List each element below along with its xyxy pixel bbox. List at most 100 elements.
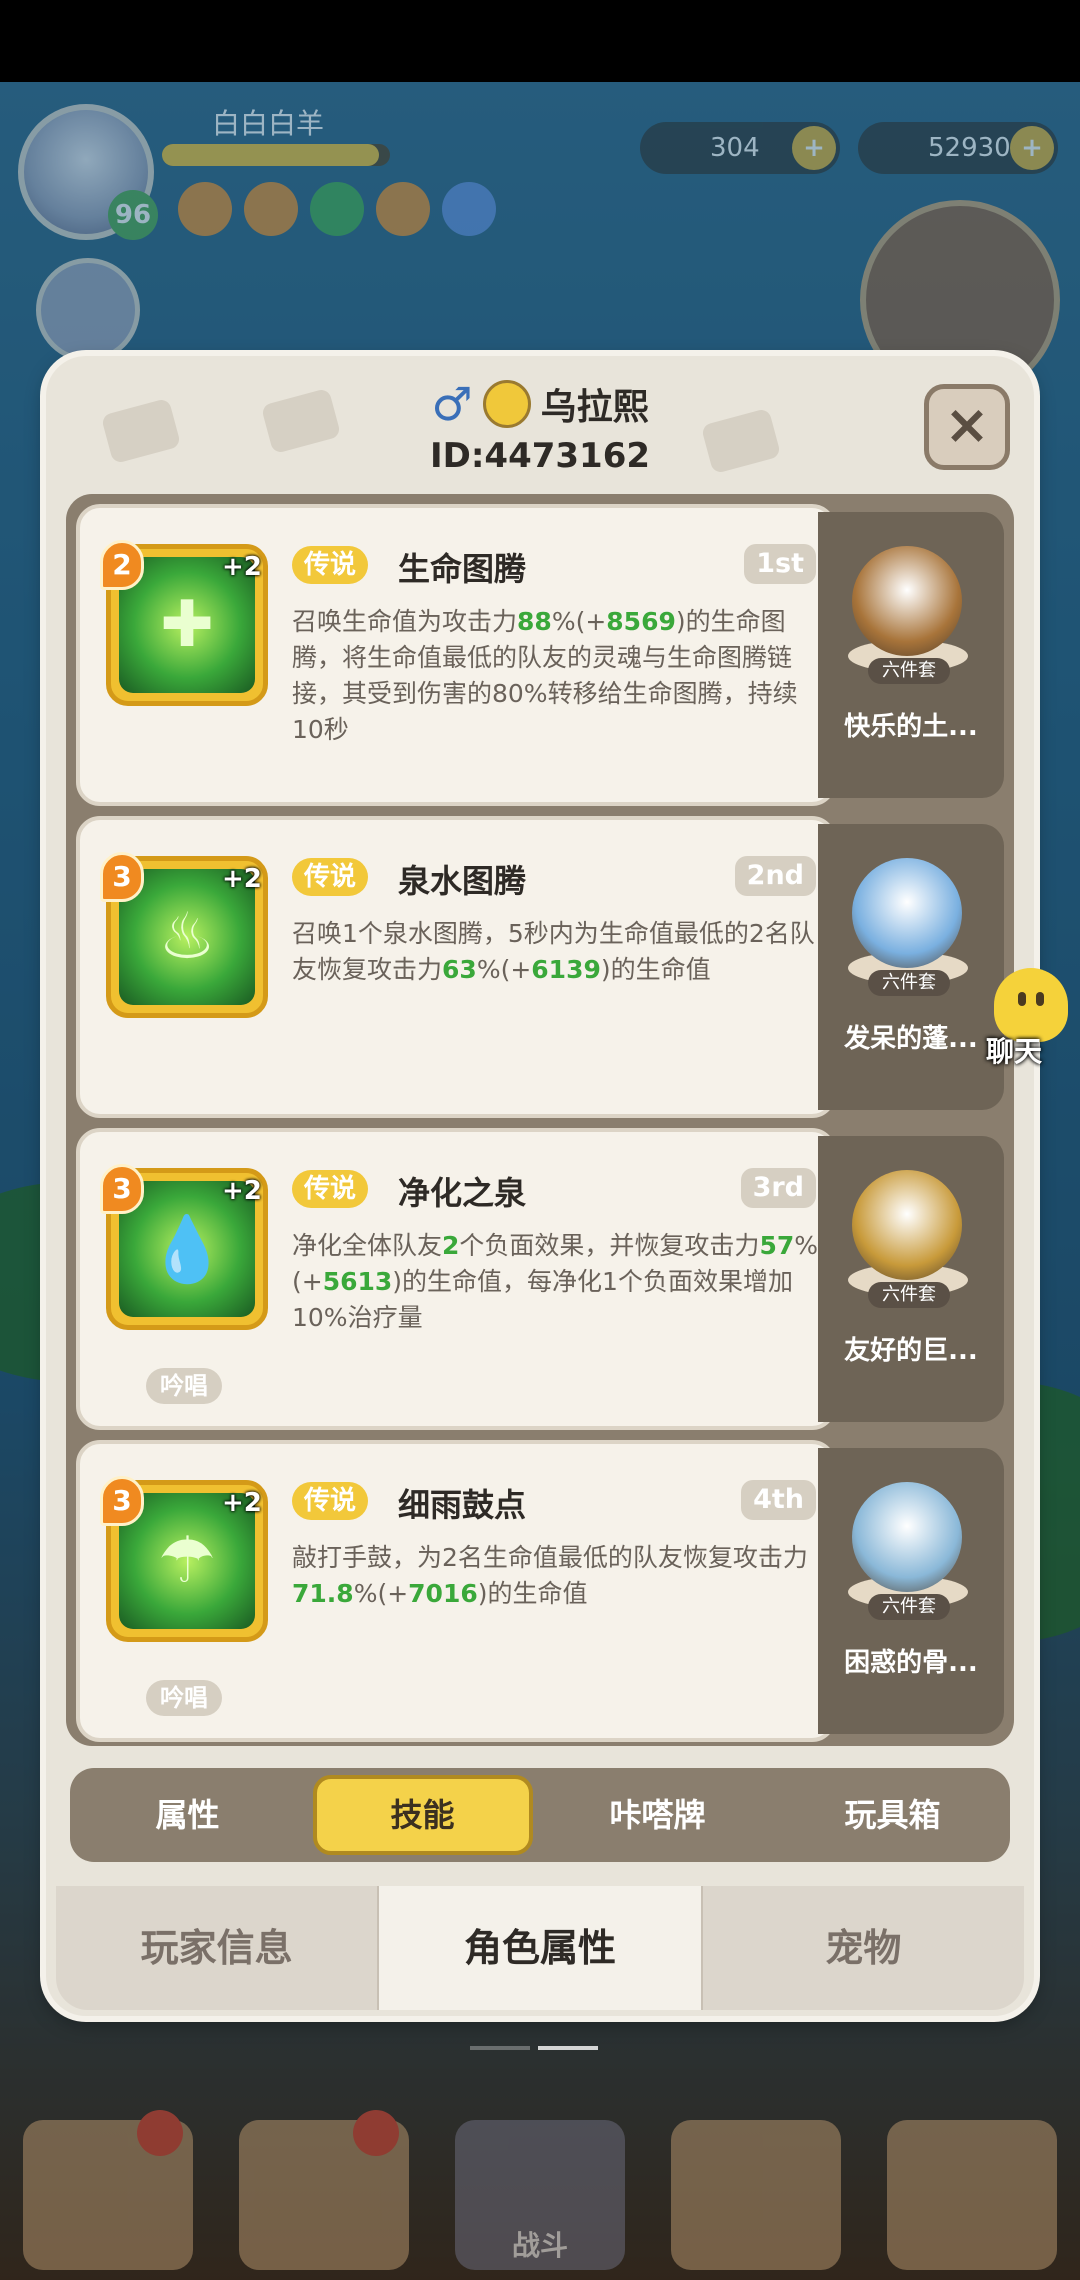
skill-rank: 3rd [740,1168,816,1208]
skill-glyph-icon: ☂ [158,1524,216,1598]
skill-description: 敲打手鼓，为2名生命值最低的队友恢复攻击力 71.8%(+7016)的生命值 [292,1540,822,1612]
skill-glyph-icon: ✚ [160,588,214,662]
companion-avatar[interactable] [36,258,140,362]
skill-rank: 4th [741,1480,816,1520]
skill-level-badge: 3 [100,1164,144,1214]
nav-slot-map[interactable] [887,2120,1057,2270]
toy-set-name: 困惑的骨... [844,1648,978,1678]
skill-description-text: 召唤生命值为攻击力 [292,607,518,636]
heart-buff-icon[interactable] [310,182,364,236]
skill-rank: 2nd [734,856,816,896]
skill-name: 净化之泉 [398,1174,527,1212]
male-gender-icon: ♂ [431,377,473,431]
toy-set-name: 友好的巨... [844,1336,978,1366]
notification-bell-icon [353,2110,399,2156]
skill-rarity-tag: 传说 [292,1170,369,1208]
skill-value-highlight: 2 [442,1231,460,1260]
skill-value-highlight: 6139 [531,955,601,984]
skill-value-highlight: 7016 [408,1579,478,1608]
skill-name: 泉水图腾 [398,862,527,900]
skill-plus-level: +2 [222,1488,262,1518]
player-level-badge: 96 [108,190,158,240]
toy-figure-icon [852,1170,962,1280]
main-tab[interactable]: 宠物 [702,1886,1024,2010]
skill-description-text: %(+ [551,607,607,636]
shell-count: 304 [710,133,760,163]
chat-button[interactable]: 聊天 [984,968,1080,1068]
player-name: 白白白羊 [212,107,325,140]
skills-list[interactable]: ✚ 2 +2 传说 生命图腾 1st 召唤生命值为攻击力88%(+8569)的生命图腾，将生… [66,494,1014,1746]
buff-icon[interactable] [244,182,298,236]
sub-tab[interactable]: 咔嗒牌 [548,1775,768,1855]
toy-set-card[interactable]: 六件套友好的巨... [818,1136,1004,1422]
skill-description-text: 敲打手鼓，为2名生命值最低的队友恢复攻击力 [292,1543,808,1572]
main-tab[interactable]: 玩家信息 [56,1886,380,2010]
main-tab[interactable]: 角色属性 [379,1886,703,2010]
toy-set-card[interactable]: 六件套快乐的土... [818,512,1004,798]
skill-row[interactable]: ♨ 3 +2 传说 泉水图腾 2nd 召唤1个泉水图腾，5秒内为生命值最低的2名队友恢复攻击… [76,816,1004,1118]
sub-tab[interactable]: 属性 [78,1775,298,1855]
page-dot [470,2046,530,2050]
chant-badge: 吟唱 [146,1368,222,1404]
modal-title: ♂ 乌拉熙 [46,378,1034,430]
skill-card[interactable]: 💧 3 +2 传说 净化之泉 3rd 净化全体队友2个负面效果，并恢复攻击力57%(+561… [76,1128,836,1430]
skill-card[interactable]: ✚ 2 +2 传说 生命图腾 1st 召唤生命值为攻击力88%(+8569)的生命图腾，将生… [76,504,836,806]
skill-glyph-icon: ♨ [158,900,216,974]
skill-rank: 1st [744,544,816,584]
nav-slot-hero[interactable] [239,2110,409,2270]
skill-name: 细雨鼓点 [398,1486,527,1524]
set-count-tag: 六件套 [868,1282,950,1308]
close-button[interactable]: × [924,384,1010,470]
skill-level-badge: 3 [100,852,144,902]
skill-plus-level: +2 [222,552,262,582]
skill-level-badge: 3 [100,1476,144,1526]
skill-row[interactable]: 💧 3 +2 传说 净化之泉 3rd 净化全体队友2个负面效果，并恢复攻击力57%(+561… [76,1128,1004,1430]
toy-set-card[interactable]: 六件套 发呆的蓬... [818,824,1004,1110]
skill-value-highlight: 63 [442,955,477,984]
sub-tab[interactable]: 玩具箱 [783,1775,1003,1855]
hud: 96 白白白羊 304 + 529303 + [0,82,1080,400]
sub-tab[interactable]: 技能 [312,1775,533,1855]
emoji-face-icon [482,380,531,428]
shield-buff-icon[interactable] [442,182,496,236]
skill-description-text: %(+ [476,955,532,984]
skill-card[interactable]: ♨ 3 +2 传说 泉水图腾 2nd 召唤1个泉水图腾，5秒内为生命值最低的2名队友恢复攻击… [76,816,836,1118]
skill-plus-level: +2 [222,864,262,894]
skill-level-badge: 2 [100,540,144,590]
skill-card[interactable]: ☂ 3 +2 传说 细雨鼓点 4th 敲打手鼓，为2名生命值最低的队友恢复攻击力 71.8%(… [76,1440,836,1742]
skill-value-highlight: 8569 [606,607,676,636]
skill-row[interactable]: ✚ 2 +2 传说 生命图腾 1st 召唤生命值为攻击力88%(+8569)的生命图腾，将生… [76,504,1004,806]
skill-description-text: )的生命值 [477,1579,588,1608]
nav-slot-pet[interactable] [671,2120,841,2270]
buff-icon[interactable] [376,182,430,236]
add-shells-button[interactable]: + [792,126,836,170]
skill-description: 召唤生命值为攻击力88%(+8569)的生命图腾，将生命值最低的队友的灵魂与生命… [292,604,822,748]
player-info-modal: ♂ 乌拉熙 ID:4473162 × ✚ 2 +2 传说 生命图腾 1st 召唤生命值为攻击… [46,356,1034,2016]
toy-set-card[interactable]: 六件套困惑的骨... [818,1448,1004,1734]
skill-description-text: 净化全体队友 [292,1231,443,1260]
toy-set-name: 快乐的土... [844,712,978,742]
notification-bell-icon [137,2110,183,2156]
skill-value-highlight: 71.8 [292,1579,354,1608]
toy-figure-icon [852,858,962,968]
nav-slot-battle[interactable]: 战斗 [455,2120,625,2270]
pearl-currency: 529303 + [858,122,1058,174]
set-count-tag: 六件套 [868,1594,950,1620]
skill-row[interactable]: ☂ 3 +2 传说 细雨鼓点 4th 敲打手鼓，为2名生命值最低的队友恢复攻击力 71.8%(… [76,1440,1004,1742]
skill-glyph-icon: 💧 [147,1212,227,1287]
page-indicator [470,2046,598,2050]
toy-figure-icon [852,1482,962,1592]
buff-icon[interactable] [178,182,232,236]
player-name: 乌拉熙 [540,387,649,428]
skill-description-text: )的生命值 [600,955,711,984]
skill-rarity-tag: 传说 [292,858,369,896]
player-id: ID:4473162 [429,436,651,476]
nav-slot-character[interactable] [23,2110,193,2270]
skill-value-highlight: 5613 [322,1267,393,1296]
skill-rarity-tag: 传说 [292,546,369,584]
add-pearls-button[interactable]: + [1010,126,1054,170]
page-dot-active [538,2046,598,2050]
set-count-tag: 六件套 [868,658,950,684]
status-bar [0,0,1080,82]
shell-currency: 304 + [640,122,840,174]
